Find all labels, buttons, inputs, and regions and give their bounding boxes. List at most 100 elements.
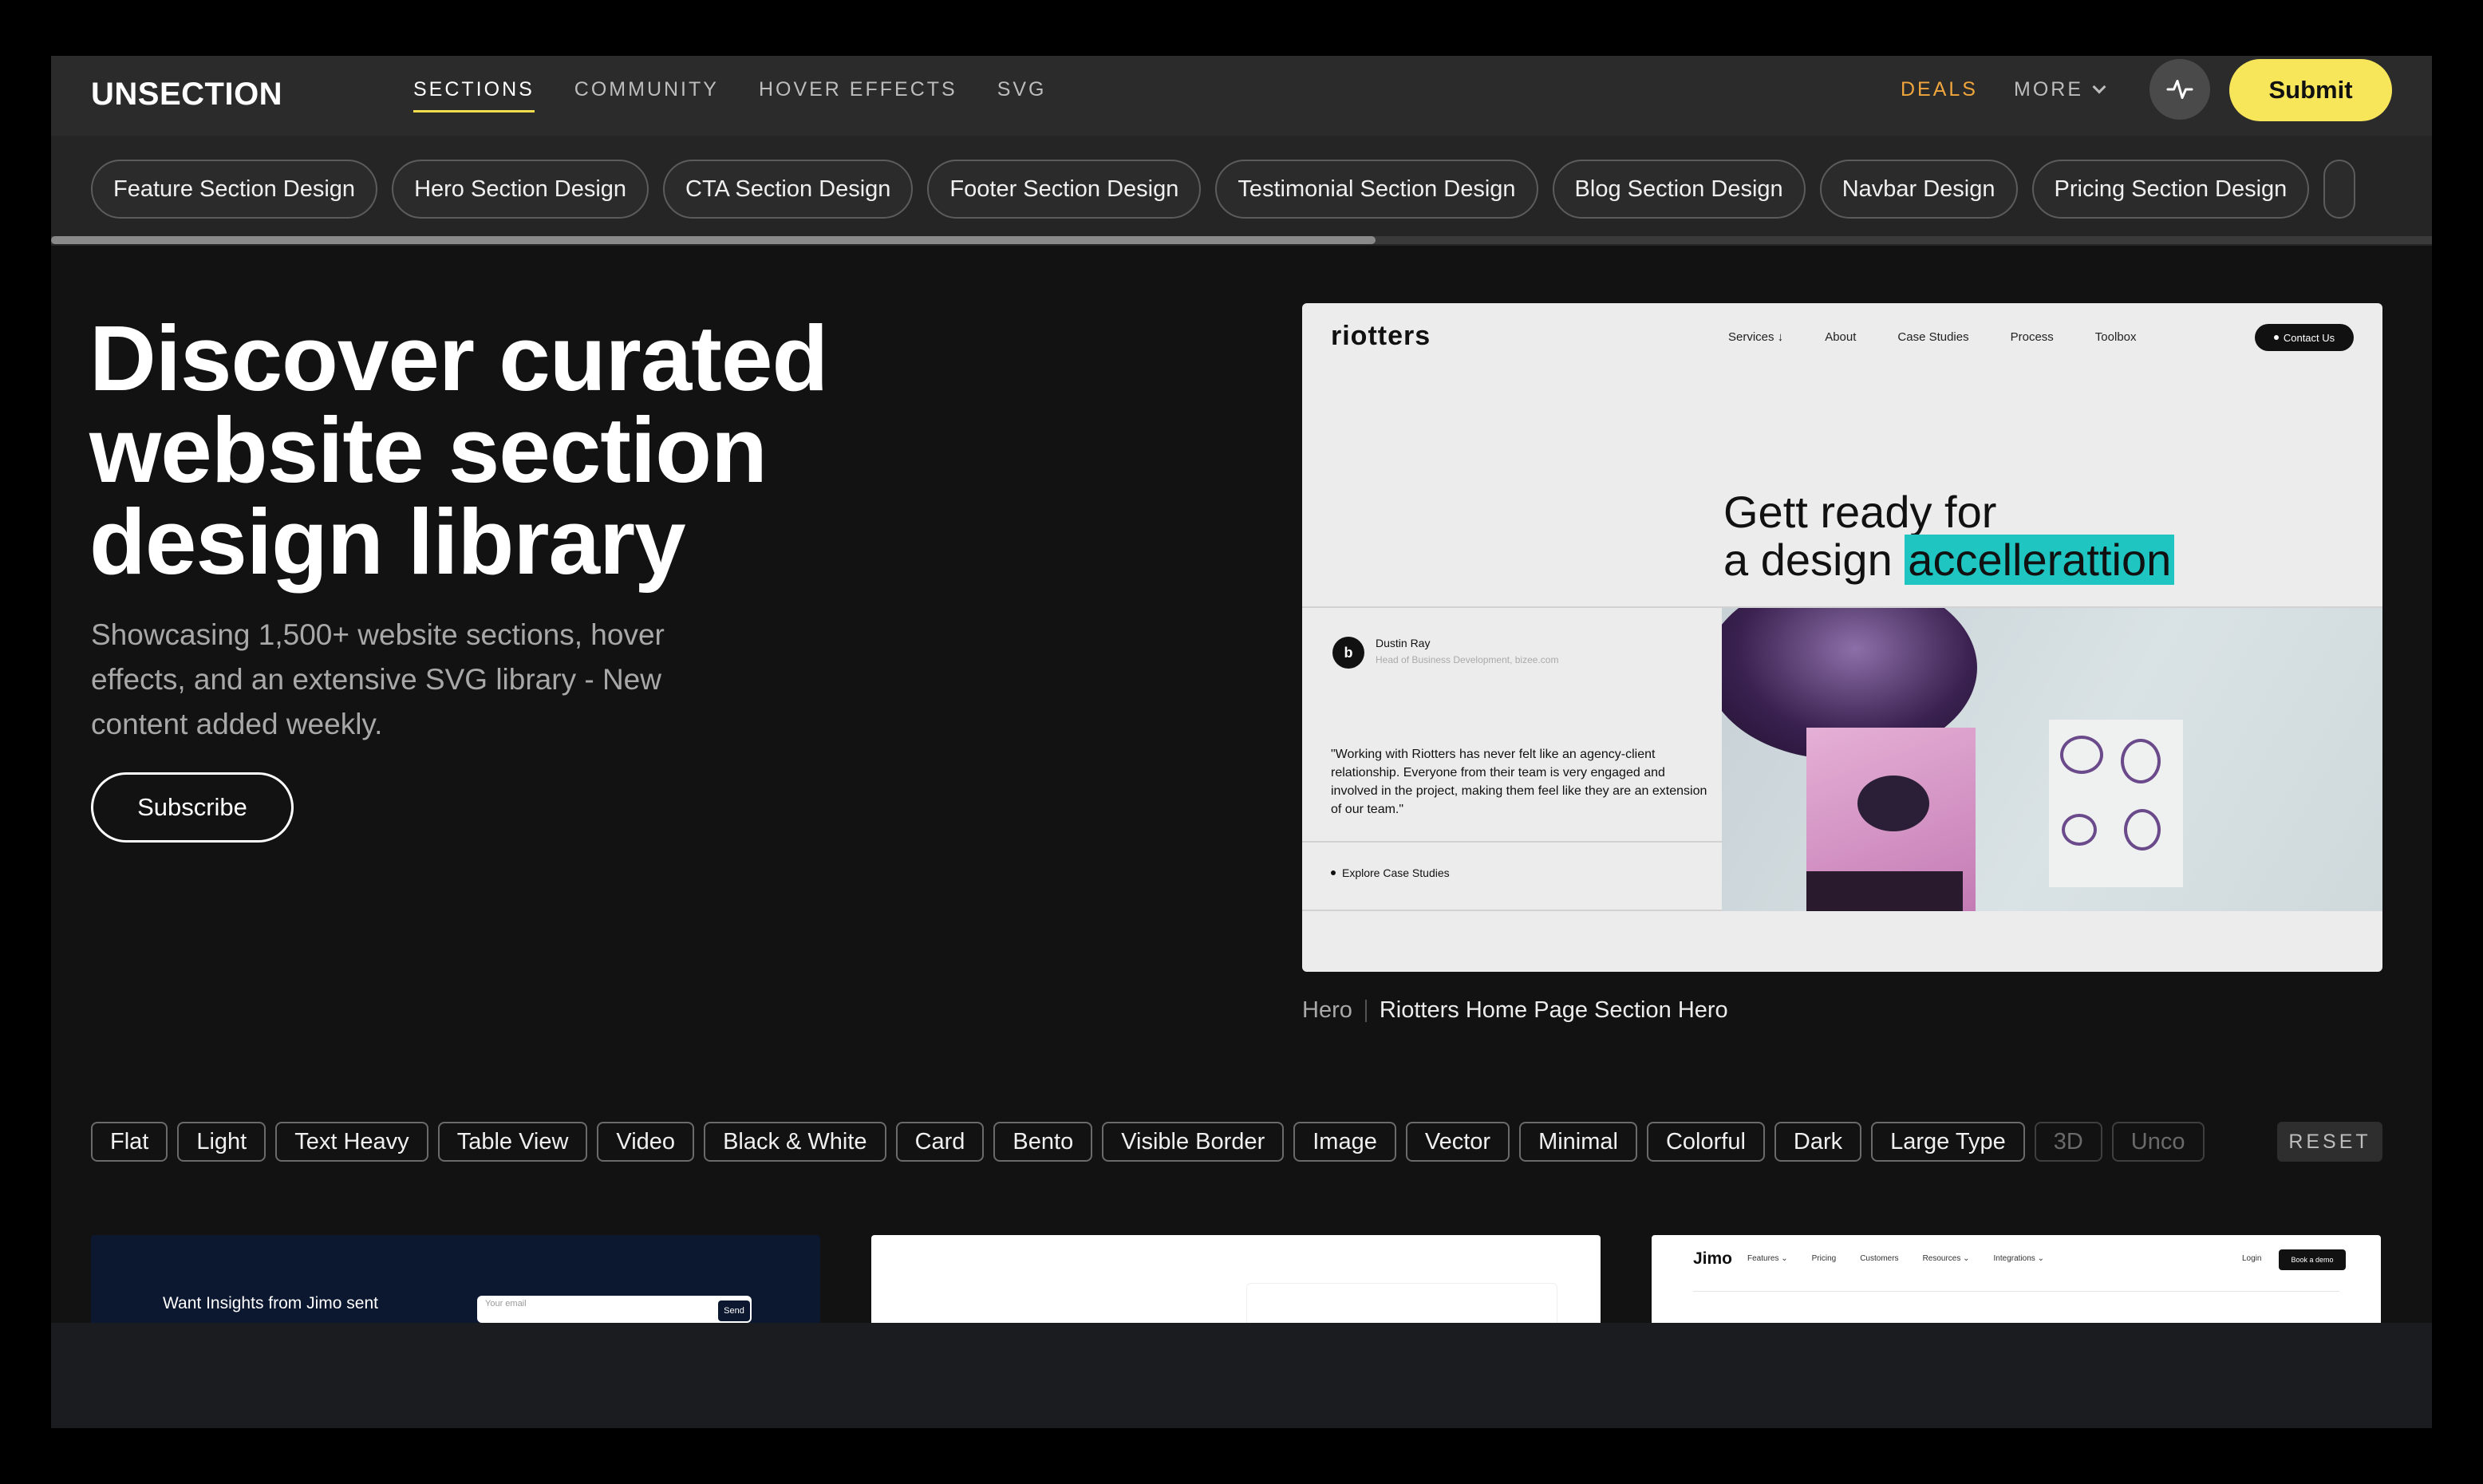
filter-tag-text-heavy[interactable]: Text Heavy xyxy=(275,1122,428,1162)
filter-fade xyxy=(2205,1122,2277,1162)
sketch-ring xyxy=(2124,809,2161,851)
card3-nav-item: Pricing xyxy=(1811,1254,1837,1263)
filter-tag-light[interactable]: Light xyxy=(177,1122,266,1162)
category-pill-feature[interactable]: Feature Section Design xyxy=(91,160,378,219)
card3-nav: Features ⌄ Pricing Customers Resources ⌄… xyxy=(1747,1254,2044,1263)
card1-send-button: Send xyxy=(718,1300,750,1321)
category-pill-blog[interactable]: Blog Section Design xyxy=(1552,160,1806,219)
nav-link-hover-effects[interactable]: HOVER EFFECTS xyxy=(759,78,957,112)
caption-title: Riotters Home Page Section Hero xyxy=(1379,997,1728,1023)
sketch-ring xyxy=(2121,739,2161,783)
sketch-ring xyxy=(2060,736,2103,774)
filter-tag-vector[interactable]: Vector xyxy=(1405,1122,1510,1162)
preview-avatar: b xyxy=(1332,637,1364,669)
preview-divider xyxy=(1302,841,1722,843)
card1-heading: Want Insights from Jimo sent xyxy=(163,1294,378,1312)
browser-viewport: UNSECTION SECTIONS COMMUNITY HOVER EFFEC… xyxy=(51,56,2432,1428)
dot-icon xyxy=(2273,335,2279,340)
filter-tag-card[interactable]: Card xyxy=(895,1122,985,1162)
category-pill-footer[interactable]: Footer Section Design xyxy=(927,160,1202,219)
reset-filters-button[interactable]: RESET xyxy=(2277,1122,2382,1162)
category-bar: Feature Section Design Hero Section Desi… xyxy=(51,136,2432,246)
preview-image-sketch xyxy=(2049,720,2183,887)
more-label: MORE xyxy=(2014,78,2083,101)
section-card-2[interactable] xyxy=(871,1235,1601,1323)
device-frame: UNSECTION SECTIONS COMMUNITY HOVER EFFEC… xyxy=(0,0,2483,1484)
nav-link-svg[interactable]: SVG xyxy=(997,78,1047,112)
nav-link-sections[interactable]: SECTIONS xyxy=(413,78,535,112)
hero-title: Discover curated website section design … xyxy=(89,306,828,594)
category-pill-navbar[interactable]: Navbar Design xyxy=(1819,160,2018,219)
category-pill-pricing[interactable]: Pricing Section Design xyxy=(2031,160,2310,219)
filter-tag-large-type[interactable]: Large Type xyxy=(1871,1122,2025,1162)
preview-image-pedestal xyxy=(1806,871,1963,911)
category-scroll-thumb[interactable] xyxy=(51,236,1376,244)
main-nav: SECTIONS COMMUNITY HOVER EFFECTS SVG xyxy=(413,78,1047,112)
nav-link-deals[interactable]: DEALS xyxy=(1901,78,1978,101)
preview-headline-line1: Gett ready for xyxy=(1723,487,1997,537)
card2-panel xyxy=(1246,1283,1557,1323)
card3-demo-button: Book a demo xyxy=(2279,1249,2346,1270)
section-card-3[interactable]: Jimo Features ⌄ Pricing Customers Resour… xyxy=(1652,1235,2381,1323)
filter-tag-colorful[interactable]: Colorful xyxy=(1646,1122,1765,1162)
filter-tag-table-view[interactable]: Table View xyxy=(437,1122,588,1162)
more-menu[interactable]: MORE xyxy=(2014,78,2106,101)
bottom-panel xyxy=(51,1323,2432,1428)
category-pill-partial[interactable] xyxy=(2323,160,2356,219)
filter-tag-flat[interactable]: Flat xyxy=(91,1122,168,1162)
filter-tag-dark[interactable]: Dark xyxy=(1774,1122,1862,1162)
nav-link-community[interactable]: COMMUNITY xyxy=(574,78,719,112)
filter-tag-3d[interactable]: 3D xyxy=(2034,1122,2102,1162)
category-list: Feature Section Design Hero Section Desi… xyxy=(91,160,2356,219)
preview-caption[interactable]: Hero Riotters Home Page Section Hero xyxy=(1302,997,1728,1024)
preview-nav-item: Case Studies xyxy=(1897,330,1969,344)
top-navbar: UNSECTION SECTIONS COMMUNITY HOVER EFFEC… xyxy=(51,56,2432,136)
preview-headline-highlight: accellerattion xyxy=(1905,535,2175,585)
hero-subtitle: Showcasing 1,500+ website sections, hove… xyxy=(91,618,665,740)
filter-tag-minimal[interactable]: Minimal xyxy=(1519,1122,1637,1162)
filter-tag-black-white[interactable]: Black & White xyxy=(704,1122,886,1162)
preview-contact-button: Contact Us xyxy=(2255,324,2354,351)
preview-nav-item: Process xyxy=(2010,330,2054,344)
card3-login: Login xyxy=(2242,1254,2262,1263)
preview-headline-plain: a design xyxy=(1723,535,1893,585)
card3-nav-item: Resources ⌄ xyxy=(1922,1254,1970,1263)
preview-person-role: Head of Business Development, bizee.com xyxy=(1376,654,1559,665)
category-pill-cta[interactable]: CTA Section Design xyxy=(663,160,914,219)
submit-button[interactable]: Submit xyxy=(2229,59,2392,121)
category-pill-hero[interactable]: Hero Section Design xyxy=(392,160,649,219)
caption-tag: Hero xyxy=(1302,997,1352,1023)
style-filter-list: Flat Light Text Heavy Table View Video B… xyxy=(91,1122,2205,1162)
preview-nav-item: Toolbox xyxy=(2094,330,2137,344)
filter-tag-video[interactable]: Video xyxy=(597,1122,695,1162)
activity-button[interactable] xyxy=(2149,59,2210,120)
card3-nav-item: Customers xyxy=(1860,1254,1899,1263)
sketch-ring xyxy=(2062,814,2097,846)
featured-section-preview[interactable]: riotters Services ↓ About Case Studies P… xyxy=(1302,303,2382,972)
section-card-1[interactable]: Want Insights from Jimo sent Your email … xyxy=(91,1235,820,1323)
preview-headline-line2: a design accellerattion xyxy=(1723,535,2175,585)
category-fade xyxy=(2392,136,2432,246)
subscribe-button[interactable]: Subscribe xyxy=(91,772,294,843)
filter-tag-image[interactable]: Image xyxy=(1293,1122,1396,1162)
caption-separator xyxy=(1364,999,1367,1022)
card3-grid xyxy=(1693,1291,2339,1323)
site-logo[interactable]: UNSECTION xyxy=(91,77,282,112)
dot-icon xyxy=(1331,870,1336,875)
chevron-down-icon xyxy=(2092,80,2106,93)
filter-tag-visible-border[interactable]: Visible Border xyxy=(1102,1122,1285,1162)
preview-nav-item: About xyxy=(1825,330,1857,344)
card1-email-input: Your email xyxy=(477,1296,752,1323)
preview-nav-item: Services ↓ xyxy=(1728,330,1784,344)
preview-explore-label: Explore Case Studies xyxy=(1342,866,1450,879)
preview-explore-link: Explore Case Studies xyxy=(1331,866,1450,879)
preview-contact-label: Contact Us xyxy=(2283,331,2335,344)
card1-email-placeholder: Your email xyxy=(485,1299,527,1308)
filter-tag-uncommon[interactable]: Unco xyxy=(2111,1122,2205,1162)
preview-quote: "Working with Riotters has never felt li… xyxy=(1331,748,1707,816)
activity-pulse-icon xyxy=(2166,80,2193,99)
preview-person-name: Dustin Ray xyxy=(1376,637,1431,649)
category-pill-testimonial[interactable]: Testimonial Section Design xyxy=(1215,160,1538,219)
filter-tag-bento[interactable]: Bento xyxy=(993,1122,1093,1162)
preview-logo: riotters xyxy=(1331,321,1431,351)
